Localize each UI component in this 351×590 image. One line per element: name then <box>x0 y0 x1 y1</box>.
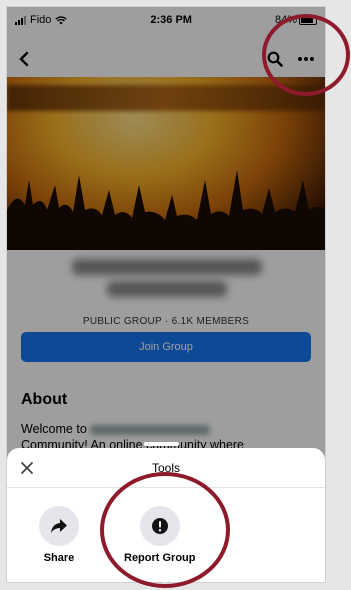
share-arrow-icon <box>51 519 67 533</box>
annotation-circle-top <box>262 14 350 96</box>
share-label: Share <box>43 552 75 564</box>
share-tool-button[interactable]: Share <box>39 506 79 564</box>
sheet-handle[interactable] <box>144 442 179 446</box>
close-icon[interactable] <box>19 460 35 476</box>
annotation-circle-bottom <box>100 472 230 588</box>
share-tool-circle <box>39 506 79 546</box>
